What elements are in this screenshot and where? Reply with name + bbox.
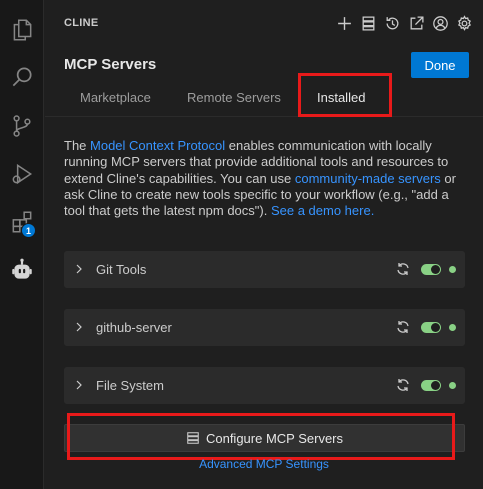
community-servers-link[interactable]: community-made servers xyxy=(295,171,441,186)
mcp-description: The Model Context Protocol enables commu… xyxy=(64,138,469,219)
cline-robot-icon[interactable] xyxy=(0,248,44,292)
source-control-icon[interactable] xyxy=(0,104,44,148)
chevron-right-icon[interactable] xyxy=(73,263,85,275)
toggle-knob xyxy=(431,323,440,332)
run-debug-icon[interactable] xyxy=(0,152,44,196)
server-name: Git Tools xyxy=(96,262,147,277)
server-name: File System xyxy=(96,378,164,393)
highlight-box-configure xyxy=(67,413,455,460)
demo-link[interactable]: See a demo here. xyxy=(271,203,374,218)
header-toolbar xyxy=(334,13,475,34)
server-enable-toggle[interactable] xyxy=(421,380,441,391)
extensions-icon[interactable]: 1 xyxy=(0,200,44,244)
done-button[interactable]: Done xyxy=(411,52,469,78)
popout-icon[interactable] xyxy=(406,13,427,34)
status-indicator xyxy=(449,382,456,389)
server-row-file-system[interactable]: File System xyxy=(64,367,465,404)
server-enable-toggle[interactable] xyxy=(421,322,441,333)
extensions-badge: 1 xyxy=(21,223,36,238)
toggle-knob xyxy=(431,381,440,390)
server-name: github-server xyxy=(96,320,172,335)
cline-sidebar: CLINE MCP Servers Done Marketplace Remot… xyxy=(45,0,483,489)
history-icon[interactable] xyxy=(382,13,403,34)
chevron-right-icon[interactable] xyxy=(73,321,85,333)
refresh-icon[interactable] xyxy=(395,319,411,335)
server-row-github-server[interactable]: github-server xyxy=(64,309,465,346)
search-icon[interactable] xyxy=(0,55,44,99)
view-header: CLINE xyxy=(45,0,483,48)
server-enable-toggle[interactable] xyxy=(421,264,441,275)
account-icon[interactable] xyxy=(430,13,451,34)
toggle-knob xyxy=(431,265,440,274)
refresh-icon[interactable] xyxy=(395,377,411,393)
advanced-mcp-settings-link[interactable]: Advanced MCP Settings xyxy=(45,457,483,471)
plus-icon[interactable] xyxy=(334,13,355,34)
tab-bar: Marketplace Remote Servers Installed xyxy=(45,84,483,117)
tab-remote-servers[interactable]: Remote Servers xyxy=(187,90,281,105)
chevron-right-icon[interactable] xyxy=(73,379,85,391)
tab-marketplace[interactable]: Marketplace xyxy=(80,90,151,105)
highlight-box-installed xyxy=(298,73,392,117)
activity-bar: 1 xyxy=(0,0,44,489)
view-title: CLINE xyxy=(64,17,99,29)
vscode-window: 1 CLINE MCP Servers Done Marketplace Rem… xyxy=(0,0,483,489)
panel-title: MCP Servers xyxy=(64,56,157,73)
description-text: The xyxy=(64,138,91,153)
settings-icon[interactable] xyxy=(454,13,475,34)
mcp-protocol-link[interactable]: Model Context Protocol xyxy=(90,138,225,153)
refresh-icon[interactable] xyxy=(395,261,411,277)
server-stack-icon[interactable] xyxy=(358,13,379,34)
status-indicator xyxy=(449,324,456,331)
status-indicator xyxy=(449,266,456,273)
files-icon[interactable] xyxy=(0,8,44,52)
server-row-git-tools[interactable]: Git Tools xyxy=(64,251,465,288)
